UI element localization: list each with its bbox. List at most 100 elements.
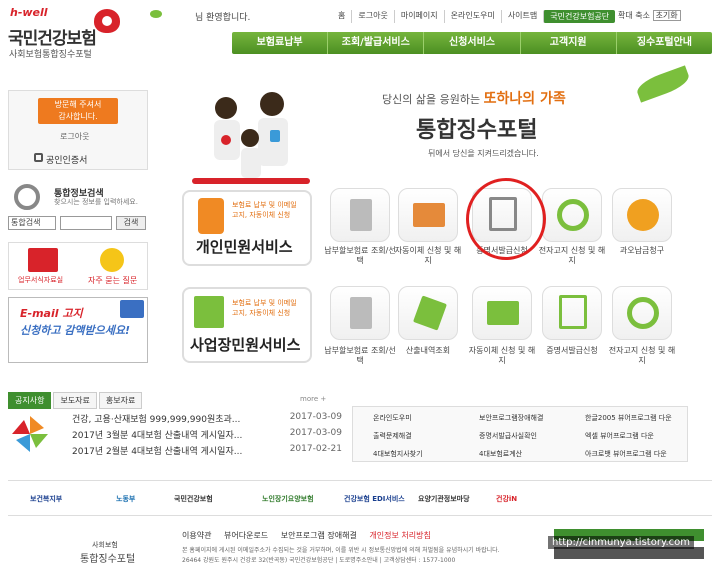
- tile-label: 전자고지 신청 및 해지: [538, 246, 606, 265]
- footer-privacy[interactable]: 개인정보 처리방침: [369, 531, 430, 540]
- nav-home[interactable]: 홈: [332, 10, 351, 23]
- zoom-in-button[interactable]: 확대: [618, 11, 633, 20]
- tile-business-enotice[interactable]: [612, 286, 672, 340]
- personal-desc-line1: 보험료 납부 및 이메일: [232, 201, 297, 209]
- zoom-controls: 확대 축소 초기화: [618, 10, 681, 21]
- coin-icon: [627, 199, 659, 231]
- logo-title[interactable]: 국민건강보험: [8, 24, 97, 49]
- search-select[interactable]: 통합검색: [8, 216, 56, 230]
- news-title[interactable]: 2017년 2월분 4대보험 산출내역 게시일자...: [72, 444, 242, 457]
- tile-personal-payment[interactable]: [330, 188, 390, 242]
- notice-tabs: 공지사항 보도자료 홍보자료: [8, 392, 144, 409]
- partner-edi[interactable]: 건강보험 EDI서비스: [344, 494, 405, 504]
- news-item[interactable]: 2017년 3월분 4대보험 산출내역 게시일자... 2017-03-09: [72, 428, 342, 441]
- partner-hospital[interactable]: 요양기관정보마당: [418, 494, 470, 504]
- footer-security[interactable]: 보안프로그램 장애해결: [281, 531, 357, 540]
- certificate-icon: [559, 295, 587, 329]
- footer-viewer[interactable]: 뷰어다운로드: [224, 531, 268, 540]
- link-security[interactable]: 보안프로그램장애해결: [479, 413, 543, 423]
- link-hwp-viewer[interactable]: 한글2005 뷰어프로그램 다운: [585, 413, 672, 423]
- tab-notice[interactable]: 공지사항: [8, 392, 52, 409]
- tile-label: 과오납금청구: [619, 246, 665, 255]
- partner-mohw[interactable]: 보건복지부: [30, 494, 62, 504]
- search-subtitle: 찾으시는 정보를 입력하세요.: [54, 198, 138, 206]
- news-title[interactable]: 2017년 3월분 4대보험 산출내역 게시일자...: [72, 428, 242, 441]
- hero-title: 통합징수포털: [416, 118, 538, 143]
- nav-mypage[interactable]: 마이페이지: [393, 10, 444, 23]
- tile-business-calc[interactable]: [398, 286, 458, 340]
- hero-tagline: 당신의 삶을 응원하는 또하나의 가족: [382, 88, 566, 108]
- tab-promo[interactable]: 홍보자료: [98, 392, 143, 409]
- tile-personal-refund[interactable]: [612, 188, 672, 242]
- nav-logout[interactable]: 로그아웃: [351, 10, 393, 23]
- nav-helper[interactable]: 온라인도우미: [443, 10, 501, 23]
- personal-title: 개인민원서비스: [196, 238, 293, 256]
- partner-bar: 보건복지부 노동부 국민건강보험 노인장기요양보험 건강보험 EDI서비스 요양…: [8, 480, 712, 516]
- watermark-url: http://cinmunya.tistory.com: [548, 536, 694, 549]
- more-link[interactable]: more +: [300, 395, 326, 403]
- news-date: 2017-03-09: [289, 412, 342, 422]
- lock-icon: [34, 153, 43, 162]
- footer-terms[interactable]: 이용약관: [182, 531, 211, 540]
- forms-link[interactable]: 업무서식자료실: [18, 275, 63, 285]
- tab-press[interactable]: 보도자료: [53, 392, 97, 409]
- faq-link[interactable]: 자주 묻는 질문: [88, 275, 137, 286]
- link-branch[interactable]: 4대보험지사찾기: [373, 449, 423, 459]
- person-icon: [198, 198, 224, 234]
- logo-hwell[interactable]: h-well: [10, 6, 48, 19]
- news-item[interactable]: 건강, 고용·산재보험 999,999,990원초과... 2017-03-09: [72, 412, 342, 425]
- tile-label: 증명서발급신청: [546, 346, 598, 355]
- tile-label: 산출내역조회: [405, 346, 451, 355]
- logout-link[interactable]: 로그아웃: [60, 131, 89, 142]
- tile-business-certificate[interactable]: [542, 286, 602, 340]
- partner-labor[interactable]: 노동부: [116, 494, 135, 504]
- tile-label: 자동이체 신청 및 해지: [468, 346, 536, 365]
- partner-ltc[interactable]: 노인장기요양보험: [262, 494, 314, 504]
- link-excel-viewer[interactable]: 엑셀 뷰어프로그램 다운: [585, 431, 654, 441]
- gnb-apply[interactable]: 신청서비스: [423, 32, 519, 54]
- link-calculator[interactable]: 4대보험료계산: [479, 449, 522, 459]
- gnb-info[interactable]: 징수포털안내: [615, 32, 712, 54]
- footer-notice: 본 홈페이지에 게시된 이메일주소가 수집되는 것을 거부하며, 이를 위반 시…: [182, 547, 500, 554]
- nav-nhis[interactable]: 국민건강보험공단: [543, 10, 616, 23]
- tile-label: 전자고지 신청 및 해지: [608, 346, 676, 365]
- partner-healthin[interactable]: 건강iN: [496, 494, 517, 504]
- tile-business-payment[interactable]: [330, 286, 390, 340]
- link-helper[interactable]: 온라인도우미: [373, 413, 412, 423]
- partner-nhis[interactable]: 국민건강보험: [174, 494, 213, 504]
- news-date: 2017-03-09: [289, 428, 342, 438]
- family-illustration: [192, 92, 310, 184]
- zoom-out-button[interactable]: 축소: [635, 11, 650, 20]
- gnb-payment[interactable]: 보험료납부: [232, 32, 327, 54]
- news-title[interactable]: 건강, 고용·산재보험 999,999,990원초과...: [72, 412, 240, 425]
- business-title: 사업장민원서비스: [190, 336, 301, 354]
- welcome-line1: 방문해 주셔서: [54, 100, 102, 109]
- footer-logo: 사회보험 통합징수포털: [80, 540, 135, 565]
- pencil-icon: [412, 295, 448, 331]
- search-input[interactable]: [60, 216, 112, 230]
- nav-sitemap[interactable]: 사이트맵: [500, 10, 543, 23]
- news-date: 2017-02-21: [289, 444, 342, 454]
- news-item[interactable]: 2017년 2월분 4대보험 산출내역 게시일자... 2017-02-21: [72, 444, 342, 457]
- pinwheel-icon: [12, 416, 48, 452]
- tile-business-autopay[interactable]: [472, 286, 532, 340]
- link-print[interactable]: 출력문제해결: [373, 431, 412, 441]
- certificate-link[interactable]: 공인인증서: [46, 153, 87, 166]
- personal-desc: 보험료 납부 및 이메일 고지, 자동이체 신청: [232, 200, 297, 220]
- footer-nav: 이용약관 뷰어다운로드 보안프로그램 장애해결 개인정보 처리방침: [182, 530, 431, 541]
- greeting-text: 님 환영합니다.: [195, 13, 251, 23]
- business-desc-line1: 보험료 납부 및 이메일: [232, 299, 297, 307]
- business-desc-line2: 고지, 자동이체 신청: [232, 309, 291, 317]
- link-verify[interactable]: 증명서발급사실확인: [479, 431, 537, 441]
- link-acrobat-viewer[interactable]: 아크로뱃 뷰어프로그램 다운: [585, 449, 667, 459]
- gnb-inquiry[interactable]: 조회/발급서비스: [327, 32, 423, 54]
- gnb-support[interactable]: 고객지원: [519, 32, 616, 54]
- zoom-reset-button[interactable]: 초기화: [652, 10, 681, 21]
- scroll-icon: [350, 199, 372, 231]
- main-nav: 보험료납부 조회/발급서비스 신청서비스 고객지원 징수포털안내: [232, 32, 712, 54]
- search-button[interactable]: 검색: [116, 216, 146, 230]
- personal-desc-line2: 고지, 자동이체 신청: [232, 211, 291, 219]
- tile-personal-enotice[interactable]: [542, 188, 602, 242]
- welcome-button[interactable]: 방문해 주셔서 감사합니다.: [38, 98, 118, 124]
- tile-personal-autopay[interactable]: [398, 188, 458, 242]
